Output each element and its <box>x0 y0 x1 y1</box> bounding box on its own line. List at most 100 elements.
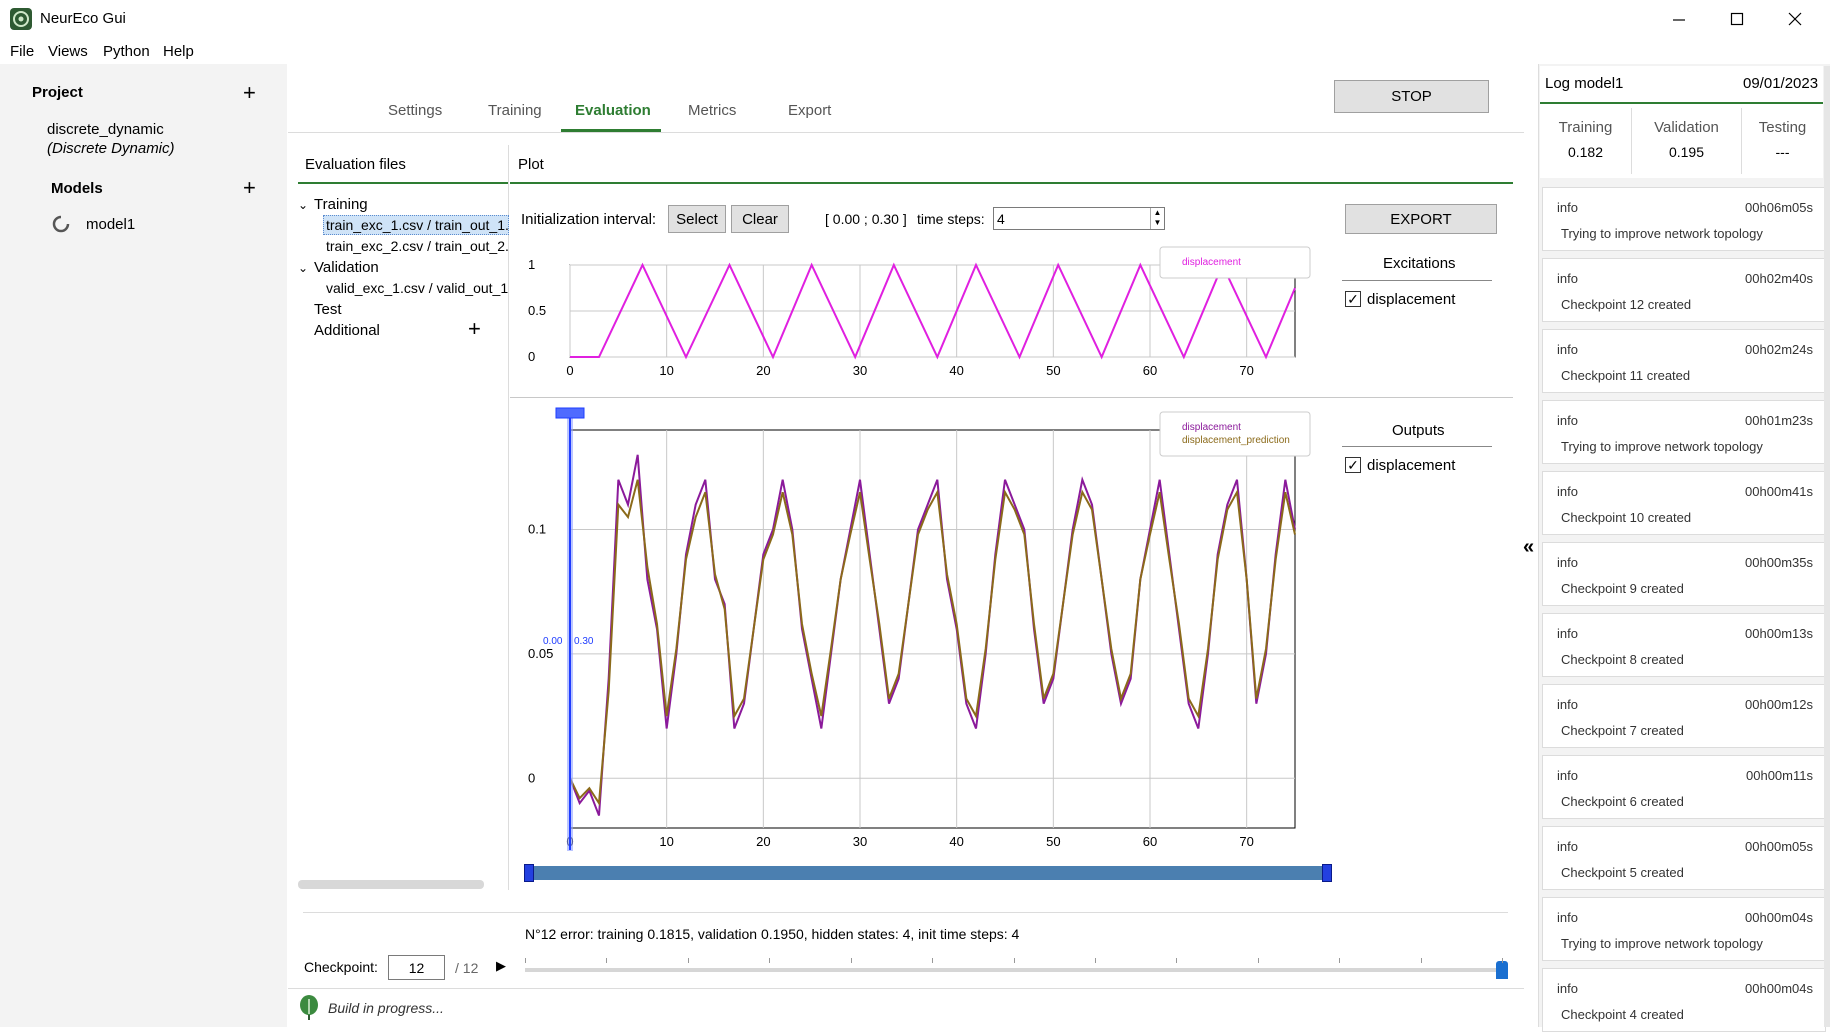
tree-training[interactable]: Training <box>314 196 368 213</box>
checkpoint-tick <box>1420 958 1422 963</box>
excitation-label[interactable]: displacement <box>1367 291 1455 308</box>
menu-file[interactable]: File <box>10 43 34 60</box>
tree-validation[interactable]: Validation <box>314 259 379 276</box>
x-tick-label: 40 <box>949 363 963 378</box>
metric-testing-label: Testing <box>1758 119 1807 136</box>
minimize-icon[interactable] <box>1650 0 1708 38</box>
clear-button[interactable]: Clear <box>731 205 789 233</box>
legend-entry: displacement <box>1182 257 1241 268</box>
x-tick-label: 10 <box>659 834 673 849</box>
log-entry-time: 00h00m11s <box>1746 768 1813 783</box>
tree-test[interactable]: Test <box>314 301 342 318</box>
metric-training-value: 0.182 <box>1567 144 1604 160</box>
x-tick-label: 20 <box>756 834 770 849</box>
log-entry-time: 00h02m40s <box>1745 271 1813 286</box>
output-label[interactable]: displacement <box>1367 457 1455 474</box>
tree-file-train-1[interactable]: train_exc_1.csv / train_out_1. <box>326 217 509 233</box>
error-status-text: N°12 error: training 0.1815, validation … <box>525 926 1020 942</box>
checkpoint-tick <box>1013 958 1015 963</box>
stop-button[interactable]: STOP <box>1334 80 1489 113</box>
x-range-left-handle[interactable] <box>524 864 534 882</box>
checkpoint-tick <box>932 958 934 963</box>
x-tick-label: 30 <box>853 363 867 378</box>
maximize-icon[interactable] <box>1708 0 1766 38</box>
title-bar <box>0 0 1830 38</box>
x-tick-label: 10 <box>659 363 673 378</box>
log-entry-level: info <box>1557 768 1578 783</box>
tree-file-valid-1[interactable]: valid_exc_1.csv / valid_out_1 <box>326 280 509 296</box>
log-entry: info 00h00m04s Trying to improve network t… <box>1542 897 1826 961</box>
tab-metrics[interactable]: Metrics <box>688 102 736 119</box>
log-entry: info 00h00m05s Checkpoint 5 created <box>1542 826 1826 890</box>
menu-python[interactable]: Python <box>103 43 150 60</box>
checkpoint-slider-track[interactable] <box>525 968 1502 972</box>
model-item-model1[interactable]: model1 <box>86 216 135 233</box>
outputs-header: Outputs <box>1392 422 1445 439</box>
log-entry-time: 00h00m12s <box>1745 697 1813 712</box>
log-entry-level: info <box>1557 910 1578 925</box>
log-entry-message: Checkpoint 4 created <box>1561 1007 1684 1022</box>
add-model-icon[interactable]: + <box>243 177 256 199</box>
x-tick-label: 50 <box>1046 834 1060 849</box>
tab-evaluation[interactable]: Evaluation <box>575 102 651 119</box>
x-range-right-handle[interactable] <box>1322 864 1332 882</box>
log-entry-time: 00h00m41s <box>1745 484 1813 499</box>
x-range-slider-track[interactable] <box>531 866 1328 880</box>
y-tick-label: 0.05 <box>528 646 553 661</box>
tab-export[interactable]: Export <box>788 102 831 119</box>
log-entry-time: 00h02m24s <box>1745 342 1813 357</box>
chevron-down-icon[interactable]: ⌄ <box>298 261 308 275</box>
log-scrollbar[interactable] <box>1824 66 1830 1027</box>
collapse-panel-icon[interactable]: « <box>1523 536 1534 559</box>
export-button[interactable]: EXPORT <box>1345 204 1497 234</box>
log-entry-level: info <box>1557 626 1578 641</box>
log-entry: info 00h00m41s Checkpoint 10 created <box>1542 471 1826 535</box>
tab-settings[interactable]: Settings <box>388 102 442 119</box>
checkpoint-input[interactable] <box>388 955 445 980</box>
excitation-checkbox[interactable]: ✓ <box>1345 291 1361 307</box>
project-name[interactable]: discrete_dynamic <box>47 121 164 138</box>
log-entry: info 00h01m23s Trying to improve network t… <box>1542 400 1826 464</box>
eval-files-header-line <box>298 182 508 184</box>
add-additional-icon[interactable]: + <box>468 318 481 340</box>
excitations-header: Excitations <box>1383 255 1456 272</box>
log-entry: info 00h00m11s Checkpoint 6 created <box>1542 755 1826 819</box>
legend-entry: displacement <box>1182 422 1241 433</box>
menu-views[interactable]: Views <box>48 43 88 60</box>
tab-training[interactable]: Training <box>488 102 542 119</box>
chevron-down-icon[interactable]: ⌄ <box>298 198 308 212</box>
select-button[interactable]: Select <box>668 205 726 233</box>
play-icon[interactable]: ▶ <box>496 958 506 974</box>
log-entry-message: Checkpoint 6 created <box>1561 794 1684 809</box>
chart-divider <box>510 397 1513 398</box>
y-tick-label: 0.5 <box>528 303 546 318</box>
metrics-divider-2 <box>1741 108 1742 174</box>
close-icon[interactable] <box>1766 0 1824 38</box>
menu-help[interactable]: Help <box>163 43 194 60</box>
output-chart: 0102030405060700.10.050displacementdispl… <box>528 407 1311 851</box>
checkpoint-tick <box>1257 958 1259 963</box>
output-checkbox[interactable]: ✓ <box>1345 457 1361 473</box>
x-tick-label: 60 <box>1143 834 1157 849</box>
timesteps-input[interactable] <box>993 207 1165 230</box>
log-entry: info 00h06m05s Trying to improve network t… <box>1542 187 1826 251</box>
project-type: (Discrete Dynamic) <box>47 140 175 157</box>
timesteps-stepper[interactable]: ▲ ▼ <box>1150 208 1164 229</box>
tree-file-train-2[interactable]: train_exc_2.csv / train_out_2. <box>326 238 509 254</box>
checkpoint-slider-handle[interactable] <box>1496 961 1508 979</box>
add-project-icon[interactable]: + <box>243 82 256 104</box>
log-entry-message: Trying to improve network topology <box>1561 936 1763 951</box>
x-tick-label: 70 <box>1239 834 1253 849</box>
app-logo-icon <box>10 8 32 30</box>
leaf-icon <box>298 994 320 1022</box>
log-entry-time: 00h00m04s <box>1745 981 1813 996</box>
checkpoint-tick <box>1094 958 1096 963</box>
legend-box <box>1159 411 1311 457</box>
checkpoint-tick <box>606 958 608 963</box>
horizontal-scrollbar[interactable] <box>298 880 484 889</box>
log-entry: info 00h00m35s Checkpoint 9 created <box>1542 542 1826 606</box>
log-entry-level: info <box>1557 200 1578 215</box>
metric-testing-value: --- <box>1775 144 1790 160</box>
tree-additional[interactable]: Additional <box>314 322 380 339</box>
metric-validation-label: Validation <box>1654 119 1719 136</box>
